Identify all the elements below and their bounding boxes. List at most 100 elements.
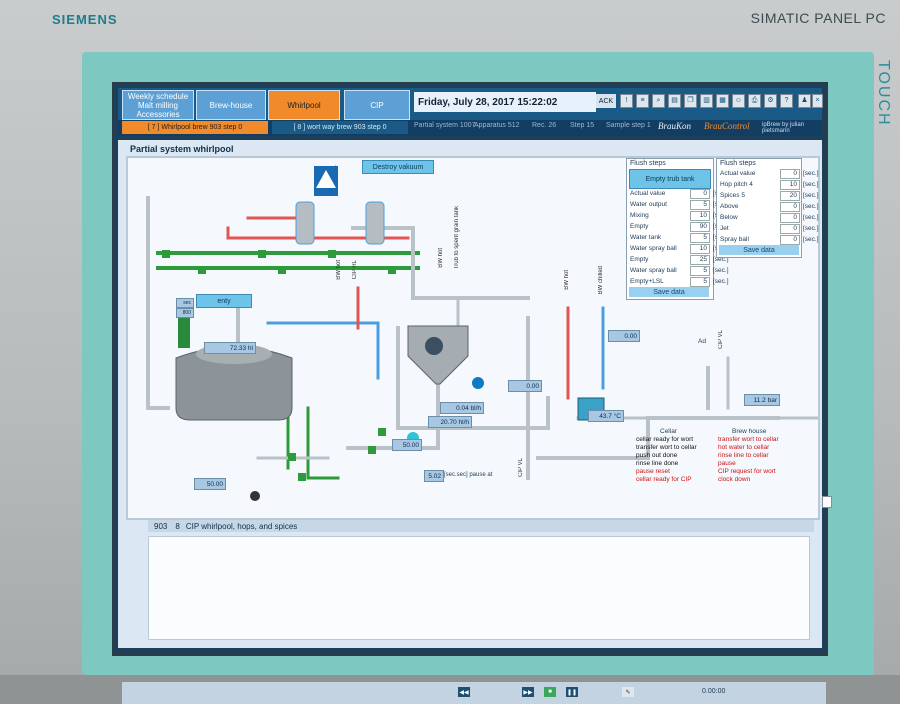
save-data-button-2[interactable]: Save data	[719, 245, 799, 255]
nav-cip[interactable]: CIP	[344, 90, 410, 120]
nav-whirlpool[interactable]: Whirlpool	[268, 90, 340, 120]
flush-steps-panel-2: Flush steps Actual value 0 [sec.] Hop pitch…	[716, 158, 819, 258]
help-icon[interactable]: ?	[780, 94, 793, 108]
close-icon[interactable]: ×	[812, 94, 823, 108]
flush-row-unit: [sec.]	[803, 203, 819, 210]
side-gauge-label: sec	[176, 298, 194, 308]
status-item: transfer wort to cellar	[718, 436, 779, 443]
flush-row-value[interactable]: 20	[780, 191, 800, 201]
model-label: SIMATIC PANEL PC	[750, 10, 886, 26]
program-brew: 903	[154, 521, 168, 531]
save-data-button-1[interactable]: Save data	[629, 287, 709, 297]
apparatus-info: Apparatus 512	[474, 122, 520, 129]
report-icon[interactable]: ▦	[716, 94, 729, 108]
flush-row-value[interactable]: 5	[690, 200, 710, 210]
flush-row: Actual value 0[sec.]	[720, 169, 827, 179]
page-icon[interactable]: ▥	[700, 94, 713, 108]
brand-logo: SIEMENS	[52, 12, 118, 27]
flush-row-value[interactable]: 10	[690, 244, 710, 254]
nav-weekly-schedule[interactable]: Weekly schedule Malt milling Accessories	[122, 90, 194, 120]
step-bar: [ 7 ] Whirlpool brew 903 step 0 [ 8 ] wo…	[118, 120, 822, 136]
flush-row-value[interactable]: 0	[780, 235, 800, 245]
status-item: hot water to cellar	[718, 444, 770, 451]
flush-row-unit: [sec.]	[803, 214, 819, 221]
program-step: 8	[175, 521, 180, 531]
flush-row-value[interactable]: 5	[690, 277, 710, 287]
flush-row-value[interactable]: 5	[690, 266, 710, 276]
pause-value: 5.02	[424, 470, 444, 482]
flush-row-value[interactable]: 0	[780, 202, 800, 212]
list-icon[interactable]: ≡	[636, 94, 649, 108]
flush-row: Above 0 [sec.]	[720, 202, 827, 212]
vessel-label-1: 1	[334, 166, 338, 172]
flush-row-label: Empty	[630, 223, 649, 230]
nav-brewhouse[interactable]: Brew-house	[196, 90, 266, 120]
status-item: clock down	[718, 476, 751, 483]
pressure-value: 11.2 bar	[744, 394, 780, 406]
flush-row-value[interactable]: 0	[780, 213, 800, 223]
flush-row-label: Water tank	[630, 234, 662, 241]
value-box-7: 0.00	[608, 330, 640, 342]
empty-button[interactable]: enty	[196, 294, 252, 308]
status-item: CIP request for wort	[718, 468, 776, 475]
flush-row-value[interactable]: 90	[690, 222, 710, 232]
empty-trub-tank-button[interactable]: Empty trub tank	[629, 169, 711, 189]
flush-row-label: Water spray ball	[630, 267, 677, 274]
flush-row-label: Spray ball	[720, 236, 749, 243]
flush-row: Spray ball 0 [sec.]	[720, 235, 827, 245]
copy-icon[interactable]: ❐	[684, 94, 697, 108]
flush-row-value[interactable]: 5	[690, 233, 710, 243]
flush-row-unit: [sec.]	[803, 181, 819, 188]
settings-icon[interactable]: ⚙	[764, 94, 777, 108]
message-pane	[148, 536, 810, 640]
whirlpool-step[interactable]: [ 7 ] Whirlpool brew 903 step 0	[122, 121, 268, 134]
flush-row-value[interactable]: 0	[780, 224, 800, 234]
user-admin-icon[interactable]: ♟	[798, 94, 811, 108]
document-icon[interactable]: ▤	[668, 94, 681, 108]
status-item: rinse line to cellar	[718, 452, 769, 459]
play-icon[interactable]: ■	[544, 687, 556, 697]
bw-hot-label-2: BW hot	[438, 248, 444, 268]
flush-row-value[interactable]: 0	[690, 189, 710, 199]
destroy-vacuum-button[interactable]: Destroy vakuum	[362, 160, 434, 174]
braukon-logo: BrauKon	[658, 121, 692, 131]
hmi-screen: Weekly schedule Malt milling Accessories…	[112, 82, 832, 704]
side-gauge-value: 800	[176, 308, 194, 318]
flush-row-label: Water spray ball	[630, 245, 677, 252]
search-icon[interactable]: ⌕	[652, 94, 665, 108]
pause-icon[interactable]: ❚❚	[566, 687, 578, 697]
flush-row: Hop pitch 4 10 [sec.]	[720, 180, 827, 190]
flush-row-unit: [sec.]	[803, 170, 819, 177]
flush-row-label: Actual value	[720, 170, 756, 177]
rewind-icon[interactable]: ◀◀	[458, 687, 470, 697]
flush-row-value[interactable]: 10	[690, 211, 710, 221]
flush-steps-title-2: Flush steps	[720, 160, 756, 167]
flush-row-label: Actual value	[630, 190, 666, 197]
flush-row-value[interactable]: 10	[780, 180, 800, 190]
flow-value-1: 0.04 bl/h	[440, 402, 484, 414]
flush-row-label: Mixing	[630, 212, 649, 219]
flush-row-label: Empty	[630, 256, 649, 263]
wortway-step[interactable]: [ 8 ] wort way brew 903 step 0	[272, 121, 408, 134]
printer-icon[interactable]: ⎙	[748, 94, 761, 108]
flush-row-value[interactable]: 25	[690, 255, 710, 265]
flush-row-value[interactable]: 0	[780, 169, 800, 179]
flush-row-label: Spices 5	[720, 192, 745, 199]
ack-button[interactable]: ACK	[596, 94, 616, 108]
scroll-handle[interactable]	[822, 496, 832, 508]
bottom-toolbar: ◀◀ ▶▶ ■ ❚❚ ✎ 0.00:00	[122, 682, 826, 704]
flush-row: Water spray ball 5 [sec.]	[630, 266, 737, 276]
alarm-icon[interactable]: !	[620, 94, 633, 108]
user-icon[interactable]: ☺	[732, 94, 745, 108]
program-bar: 903 8 CIP whirlpool, hops, and spices	[148, 520, 814, 532]
edit-icon[interactable]: ✎	[622, 687, 634, 697]
main-area: Partial system whirlpool 1 Destroy vakuu…	[118, 140, 832, 704]
ad-label: Ad	[698, 338, 706, 345]
flush-row-unit: [sec.]	[713, 278, 729, 285]
flush-row-label: Empty+LSL	[630, 278, 664, 285]
flush-row-label: Jet	[720, 225, 729, 232]
cellar-title: Cellar	[660, 428, 677, 435]
forward-icon[interactable]: ▶▶	[522, 687, 534, 697]
flow-value-2: 20.70 hl/h	[428, 416, 472, 428]
step-info: Step 15	[570, 122, 595, 129]
